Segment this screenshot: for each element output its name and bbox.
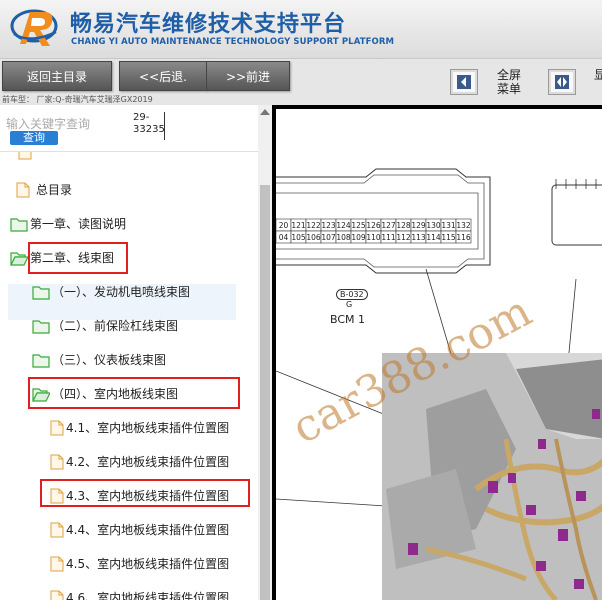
wiring-diagram-drawing: 20 121 122 123 124 125 126 127 128 129 130 131 132 04…	[276, 168, 602, 600]
pin-number: 04	[279, 233, 289, 242]
pin-number: 123	[321, 221, 336, 230]
catalog-tree: 总目录 第一章、读图说明 第二章、线束图 （一）、发动机电喷线束图 （二）、前保…	[0, 152, 258, 600]
connector-code: B-032	[336, 289, 368, 300]
split-arrows-icon	[555, 75, 569, 89]
component-label: BCM 1	[330, 313, 366, 326]
tree-item-label: 第二章、线束图	[30, 251, 115, 265]
pin-number: 122	[306, 221, 321, 230]
car-model-info: 前车型： 厂家:Q-奇瑞汽车艾瑞泽GX2019	[2, 95, 153, 104]
pin-number: 127	[381, 221, 396, 230]
fullscreen-label: 全屏菜单	[497, 68, 522, 96]
logo-icon	[10, 9, 58, 46]
app-window: 畅易汽车维修技术支持平台 CHANG YI AUTO MAINTENANCE T…	[0, 0, 602, 600]
tree-item-label: 第一章、读图说明	[30, 217, 127, 231]
pin-number: 107	[321, 233, 336, 242]
pin-number: 125	[351, 221, 366, 230]
pin-number: 129	[411, 221, 426, 230]
scroll-up-icon[interactable]	[260, 109, 270, 115]
doc-icon	[50, 420, 64, 436]
doc-icon	[18, 152, 32, 160]
site-subtitle: CHANG YI AUTO MAINTENANCE TECHNOLOGY SUP…	[71, 37, 395, 47]
tree-item-label: 4.6、室内地板线束插件位置图	[66, 591, 230, 600]
pin-number: 116	[456, 233, 471, 242]
pin-number: 121	[291, 221, 306, 230]
toolbar: 返回主目录 <<后退. >>前进 全屏菜单 显 前车型： 厂家:Q-奇瑞汽车艾瑞…	[0, 58, 602, 105]
tree-item-label: （二）、前保险杠线束图	[52, 319, 179, 333]
pin-number: 105	[291, 233, 306, 242]
site-title: 畅易汽车维修技术支持平台	[70, 12, 347, 37]
tree-item-label: 4.2、室内地板线束插件位置图	[66, 455, 230, 469]
pin-number: 20	[279, 221, 289, 230]
folder-icon	[10, 218, 28, 232]
tree-item-label: 总目录	[36, 183, 73, 197]
home-button[interactable]: 返回主目录	[2, 61, 112, 91]
pin-number: 124	[336, 221, 351, 230]
wiring-diagram[interactable]: 20 121 122 123 124 125 126 127 128 129 130 131 132 04…	[276, 109, 602, 600]
split-view-button[interactable]	[548, 69, 576, 95]
scrollbar-thumb[interactable]	[260, 185, 270, 600]
doc-icon	[50, 590, 64, 600]
tree-item-label: 4.4、室内地板线束插件位置图	[66, 523, 230, 537]
sidebar-scrollbar[interactable]	[258, 105, 272, 600]
tree-item-label: 4.3、室内地板线束插件位置图	[66, 489, 230, 503]
pin-number: 111	[381, 233, 396, 242]
doc-icon	[50, 454, 64, 470]
pin-number: 113	[411, 233, 426, 242]
forward-button[interactable]: >>前进	[206, 61, 290, 91]
header-banner: 畅易汽车维修技术支持平台 CHANG YI AUTO MAINTENANCE T…	[0, 0, 602, 58]
pin-number: 106	[306, 233, 321, 242]
sidebar: 查询 29-33235 总目录 第一章、读图说明	[0, 105, 272, 600]
folder-open-icon	[32, 388, 50, 402]
doc-icon	[50, 556, 64, 572]
pin-number: 114	[426, 233, 441, 242]
pin-number: 126	[366, 221, 381, 230]
doc-icon	[50, 488, 64, 504]
pin-number: 108	[336, 233, 351, 242]
folder-icon	[32, 354, 50, 368]
fullscreen-toggle-button[interactable]	[450, 69, 478, 95]
collapse-left-icon	[457, 75, 471, 89]
folder-open-icon	[10, 252, 28, 266]
doc-icon	[50, 522, 64, 538]
pin-number: 132	[456, 221, 471, 230]
pin-number: 109	[351, 233, 366, 242]
pin-number: 112	[396, 233, 411, 242]
tree-item-label: 4.1、室内地板线束插件位置图	[66, 421, 230, 435]
pin-number: 130	[426, 221, 441, 230]
tree-item-label: 4.5、室内地板线束插件位置图	[66, 557, 230, 571]
connector-letter: G	[346, 300, 353, 309]
tree-item-label: （三）、仪表板线束图	[52, 353, 167, 367]
connector-pin-grid: 20 121 122 123 124 125 126 127 128 129 130 131 132 04…	[276, 218, 472, 244]
doc-icon	[16, 182, 30, 198]
folder-icon	[32, 286, 50, 300]
tree-item-label: （一）、发动机电喷线束图	[52, 285, 191, 299]
page-code: 29-33235	[133, 112, 165, 140]
tree-item-label: （四）、室内地板线束图	[52, 387, 179, 401]
diagram-viewer: 20 121 122 123 124 125 126 127 128 129 130 131 132 04…	[272, 105, 602, 600]
pin-number: 128	[396, 221, 411, 230]
folder-icon	[32, 320, 50, 334]
search-button[interactable]: 查询	[10, 131, 58, 145]
split-view-label: 显	[594, 68, 602, 82]
pin-number: 110	[366, 233, 381, 242]
back-button[interactable]: <<后退.	[119, 61, 207, 91]
pin-number: 131	[441, 221, 456, 230]
pin-number: 115	[441, 233, 456, 242]
